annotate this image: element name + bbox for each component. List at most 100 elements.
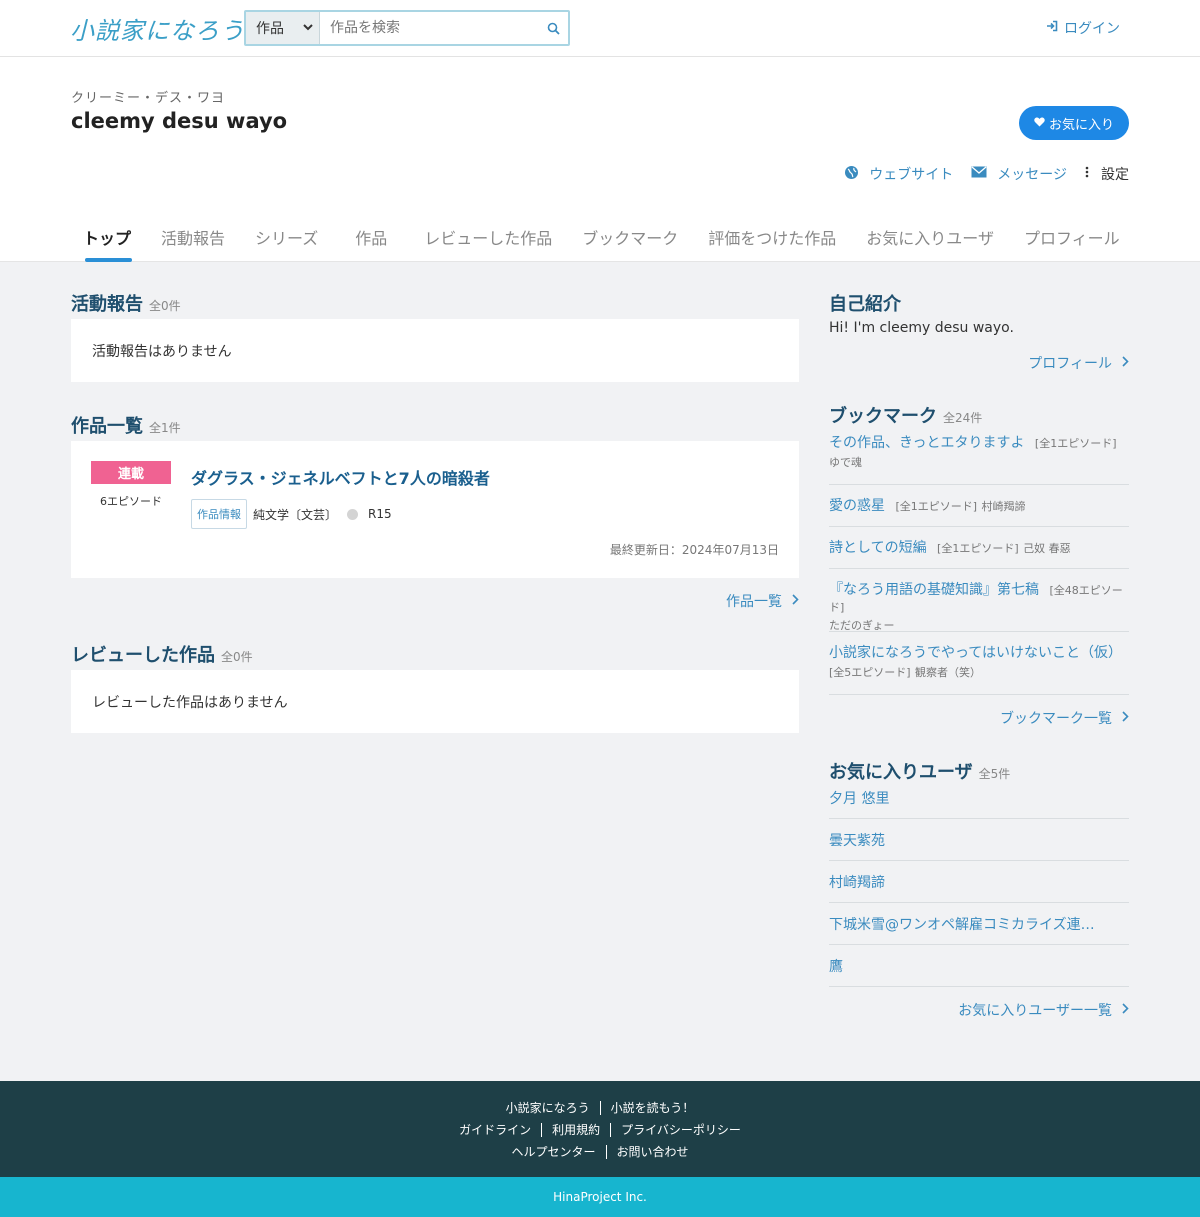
footer-link-label: 小説家になろう: [505, 1101, 590, 1115]
works-count: 全1件: [149, 421, 181, 435]
chevron-down-icon: [303, 23, 313, 34]
footer-link[interactable]: ガイドライン: [449, 1123, 541, 1137]
bookmark-item: 『なろう用語の基礎知識』第七稿 [全48エピソード] ただのぎょー: [829, 579, 1129, 632]
bookmark-title[interactable]: 愛の惑星: [829, 498, 885, 514]
favorite-user-item[interactable]: 村崎羯諦: [829, 861, 1129, 903]
work-meta: 作品情報 純文学〔文芸〕 R15: [191, 499, 392, 529]
chevron-right-icon: [1122, 1002, 1129, 1018]
footer-link-label: プライバシーポリシー: [610, 1123, 751, 1137]
activity-empty-box: 活動報告はありません: [71, 319, 799, 382]
bookmarks-title: ブックマーク: [829, 406, 937, 427]
search-category-value: 作品: [256, 21, 284, 37]
works-list-link[interactable]: 作品一覧: [726, 591, 799, 611]
bookmarks-list-link[interactable]: ブックマーク一覧: [1000, 708, 1129, 728]
favorite-user-item[interactable]: 鷹: [829, 945, 1129, 987]
search-category-select[interactable]: 作品: [246, 12, 320, 44]
website-link[interactable]: ウェブサイト: [844, 164, 953, 184]
bookmark-title[interactable]: 『なろう用語の基礎知識』第七稿: [829, 582, 1039, 598]
top-header: 小説家になろう 作品 ログイン: [0, 0, 1200, 57]
footer-link[interactable]: 利用規約: [541, 1123, 611, 1137]
activity-heading: 活動報告 全0件: [71, 290, 181, 316]
episode-count: 6エピソード: [100, 495, 162, 508]
bookmark-item: その作品、きっとエタりますよ [全1エピソード] ゆで魂: [829, 432, 1129, 485]
main-content: 活動報告 全0件 活動報告はありません 作品一覧 全1件 連載 6エピソード ダ…: [0, 262, 1200, 1081]
bookmark-meta-row: [全5エピソード] 観察者（笑）: [829, 664, 1129, 680]
bookmark-meta: [全1エピソード]: [1034, 437, 1117, 450]
tab-profile[interactable]: プロフィール: [1009, 225, 1135, 262]
bookmark-title[interactable]: 詩としての短編: [829, 540, 927, 556]
profile-link[interactable]: プロフィール: [1028, 353, 1129, 373]
footer-row: ガイドライン 利用規約 プライバシーポリシー: [0, 1123, 1200, 1137]
user-name: cleemy desu wayo: [71, 109, 288, 133]
tab-series[interactable]: シリーズ: [240, 225, 333, 262]
add-favorite-label: お気に入り: [1048, 117, 1114, 133]
activity-count: 全0件: [149, 299, 181, 313]
footer-link[interactable]: お問い合わせ: [605, 1145, 699, 1159]
settings-menu[interactable]: 設定: [1085, 164, 1129, 184]
footer-link[interactable]: ヘルプセンター: [501, 1145, 605, 1159]
intro-text: Hi! I'm cleemy desu wayo.: [829, 320, 1014, 336]
bookmark-meta: [全5エピソード]: [829, 666, 911, 679]
favorite-user-item[interactable]: 曇天紫苑: [829, 819, 1129, 861]
bookmark-author: 村崎羯諦: [981, 500, 1026, 513]
favorite-user-item[interactable]: 夕月 悠里: [829, 777, 1129, 819]
bookmark-meta: [全1エピソード]: [895, 500, 978, 513]
message-label: メッセージ: [997, 167, 1067, 183]
login-link[interactable]: ログイン: [1046, 18, 1120, 38]
chevron-right-icon: [1122, 710, 1129, 726]
tab-rated[interactable]: 評価をつけた作品: [693, 225, 851, 262]
tab-reviewed[interactable]: レビューした作品: [409, 225, 567, 262]
works-list-label: 作品一覧: [726, 594, 782, 610]
work-updated-date: 最終更新日：2024年07月13日: [609, 543, 779, 557]
settings-label: 設定: [1101, 167, 1129, 183]
footer-link-label: ガイドライン: [459, 1123, 532, 1137]
work-title-link[interactable]: ダグラス・ジェネルベフトと7人の暗殺者: [191, 465, 490, 489]
search-icon[interactable]: [538, 12, 568, 44]
footer-row: ヘルプセンター お問い合わせ: [0, 1145, 1200, 1159]
favorite-users-list: 夕月 悠里 曇天紫苑 村崎羯諦 下城米雪@ワンオペ解雇コミカライズ連… 鷹: [829, 777, 1129, 987]
bookmark-title[interactable]: 小説家になろうでやってはいけないこと（仮）: [829, 645, 1122, 661]
user-name-kana: クリーミー・デス・ワヨ: [71, 91, 226, 106]
bookmark-item: 愛の惑星 [全1エピソード] 村崎羯諦: [829, 495, 1129, 527]
footer-row: 小説家になろう 小説を読もう！: [0, 1101, 1200, 1115]
intro-heading: 自己紹介: [829, 290, 901, 316]
favorite-users-list-link[interactable]: お気に入りユーザー一覧: [958, 1000, 1129, 1020]
footer-link[interactable]: 小説を読もう！: [599, 1101, 705, 1115]
bookmark-author: 観察者（笑）: [915, 666, 982, 679]
tab-activity[interactable]: 活動報告: [146, 225, 240, 262]
footer-link[interactable]: プライバシーポリシー: [610, 1123, 751, 1137]
message-link[interactable]: メッセージ: [971, 164, 1067, 184]
bookmark-title[interactable]: その作品、きっとエタりますよ: [829, 435, 1024, 451]
intro-title: 自己紹介: [829, 294, 901, 315]
work-rating: R15: [368, 507, 392, 521]
tab-works[interactable]: 作品: [333, 225, 409, 262]
tab-favorite-users[interactable]: お気に入りユーザ: [851, 225, 1009, 262]
favorite-user-item[interactable]: 下城米雪@ワンオペ解雇コミカライズ連…: [829, 903, 1129, 945]
chevron-right-icon: [1122, 355, 1129, 371]
work-genre: 純文学〔文芸〕: [253, 507, 338, 522]
mail-icon: [971, 166, 987, 182]
reviews-heading: レビューした作品 全0件: [71, 641, 253, 667]
footer-link-label: お問い合わせ: [605, 1145, 699, 1159]
bookmarks-list-label: ブックマーク一覧: [1000, 711, 1112, 727]
footer-link-label: ヘルプセンター: [511, 1145, 596, 1159]
search-bar: 作品: [244, 10, 570, 46]
search-input[interactable]: [320, 12, 538, 44]
profile-link-label: プロフィール: [1028, 356, 1112, 372]
site-logo[interactable]: 小説家になろう: [70, 11, 245, 46]
login-label: ログイン: [1064, 21, 1120, 37]
tab-bookmarks[interactable]: ブックマーク: [567, 225, 693, 262]
bookmark-author: 己奴 春惡: [1023, 542, 1071, 555]
rating-dot-icon: [347, 508, 359, 520]
bookmark-item: 詩としての短編 [全1エピソード] 己奴 春惡: [829, 537, 1129, 569]
more-vertical-icon: [1085, 166, 1089, 182]
add-favorite-button[interactable]: お気に入り: [1018, 106, 1129, 140]
bookmarks-heading: ブックマーク 全24件: [829, 402, 982, 428]
bookmark-meta: [全1エピソード]: [937, 542, 1019, 555]
reviews-count: 全0件: [221, 650, 253, 664]
bookmarks-count: 全24件: [943, 411, 983, 425]
work-info-chip[interactable]: 作品情報: [191, 499, 247, 529]
tab-top[interactable]: トップ: [71, 225, 146, 262]
footer-link[interactable]: 小説家になろう: [496, 1101, 600, 1115]
reviews-title: レビューした作品: [71, 645, 215, 666]
